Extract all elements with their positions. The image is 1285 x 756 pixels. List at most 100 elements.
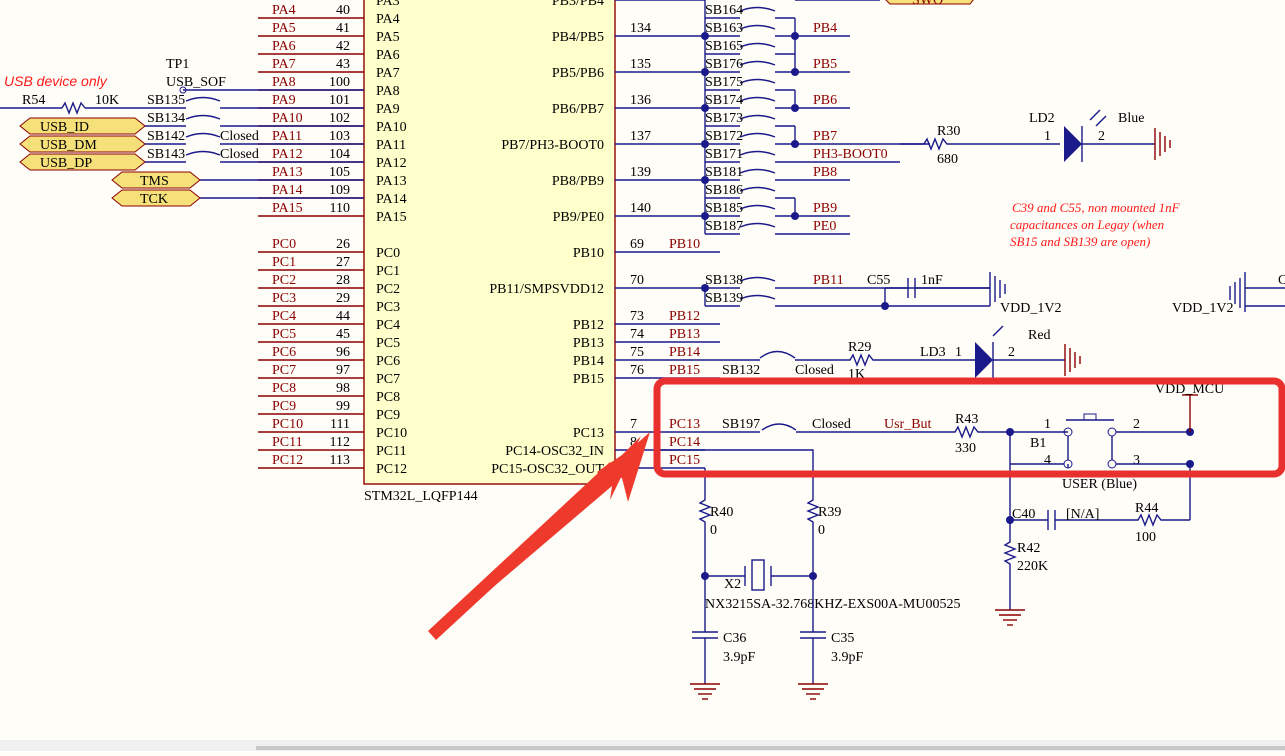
left-pin-net: PC6 [272, 345, 296, 360]
left-pin-number: 110 [330, 201, 350, 216]
right-pin-label: PB11/SMPSVDD12 [489, 282, 604, 297]
left-pin-number: 103 [329, 129, 350, 144]
left-pin-label: PC5 [376, 336, 400, 351]
left-pin-net: PC1 [272, 255, 296, 270]
sb132-closed: Closed [795, 363, 834, 378]
right-pin-number: 135 [630, 57, 651, 72]
schematic-svg: STM32L_LQFP144 PA3 PA4 40PA4PA5 41PA5PA6 42… [0, 0, 1285, 700]
left-pin-number: 40 [336, 3, 350, 18]
c35-label: C35 [831, 631, 854, 646]
sb142-closed: Closed [220, 129, 259, 144]
sb134-label: SB134 [147, 111, 185, 126]
net-pe0: PE0 [813, 219, 836, 234]
left-pin-label: PC11 [376, 444, 407, 459]
left-pin-number: 27 [336, 255, 350, 270]
left-pin-net: PA15 [272, 201, 303, 216]
right-pin-label: PB5/PB6 [552, 66, 604, 81]
left-pin-net: PC3 [272, 291, 296, 306]
right-pin-label: PC15-OSC32_OUT [491, 462, 604, 477]
left-pin-net: PC2 [272, 273, 296, 288]
c36-value: 3.9pF [723, 650, 756, 665]
sb197-label: SB197 [722, 417, 760, 432]
pb-bridge-group: SB164 SB163 SB165 SB176 SB175 SB174 SB17… [615, 0, 974, 235]
left-pin-label: PC0 [376, 246, 400, 261]
left-pin-number: 43 [336, 57, 350, 72]
left-pin-label: PA13 [376, 174, 407, 189]
right-pin-number: 137 [630, 129, 651, 144]
sb174-label: SB174 [705, 93, 743, 108]
left-pin-number: 109 [329, 183, 350, 198]
port-usb-id: USB_ID [19, 117, 146, 135]
r43-value: 330 [955, 441, 976, 456]
vdd-1v2-label: VDD_1V2 [1000, 301, 1061, 316]
tp1-label: TP1 [166, 57, 189, 72]
left-pin-net: PA6 [272, 39, 296, 54]
vdd-1v2-label-2: VDD_1V2 [1172, 301, 1233, 316]
c35-value: 3.9pF [831, 650, 864, 665]
sb176-label: SB176 [705, 57, 743, 72]
left-pin-label: PC1 [376, 264, 400, 279]
left-pin-net: PC0 [272, 237, 296, 252]
ld3-color: Red [1028, 328, 1051, 343]
left-pin-label: PA8 [376, 84, 400, 99]
left-pin-number: 100 [329, 75, 350, 90]
left-pin-label: PC3 [376, 300, 400, 315]
ld3-pin2: 2 [1008, 345, 1015, 360]
r42-value: 220K [1017, 559, 1048, 574]
r30-value: 680 [937, 152, 958, 167]
left-pin-number: 42 [336, 39, 350, 54]
b1-pin4: 4 [1044, 453, 1051, 468]
left-pin-net: PC11 [272, 435, 303, 450]
sb185-label: SB185 [705, 201, 743, 216]
r44-label: R44 [1135, 501, 1158, 516]
right-pin-label: PB15 [573, 372, 604, 387]
net-pb12: PB12 [669, 309, 700, 324]
left-pin-label: PC6 [376, 354, 400, 369]
ld2-pin1: 1 [1044, 129, 1051, 144]
r39-value: 0 [818, 523, 825, 538]
right-pin-label: PC14-OSC32_IN [505, 444, 604, 459]
left-pin-net: PC9 [272, 399, 296, 414]
right-pin-label: PB8/PB9 [552, 174, 604, 189]
left-pin-net: PA8 [272, 75, 296, 90]
r39-label: R39 [818, 505, 841, 520]
svg-text:TCK: TCK [140, 192, 168, 207]
r29-label: R29 [848, 340, 871, 355]
b1-pin3: 3 [1133, 453, 1140, 468]
net-pb10: PB10 [669, 237, 700, 252]
ld2-pin2: 2 [1098, 129, 1105, 144]
port-usb-dm: USB_DM [19, 135, 146, 153]
left-pin-net: PA9 [272, 93, 296, 108]
sb164-label: SB164 [705, 3, 743, 18]
left-pin-number: 111 [330, 417, 350, 432]
left-pin-label: PC4 [376, 318, 400, 333]
right-pin-label: PB3/PB4 [552, 0, 604, 9]
sb165-label: SB165 [705, 39, 743, 54]
right-pin-number: 76 [630, 363, 644, 378]
left-pin-label: PA14 [376, 192, 407, 207]
left-pin-number: 41 [336, 21, 350, 36]
left-pin-net: PA11 [272, 129, 302, 144]
right-pin-number: 74 [630, 327, 644, 342]
right-pin-label: PB4/PB5 [552, 30, 604, 45]
left-pin-number: 98 [336, 381, 350, 396]
ld3-diode [975, 342, 993, 378]
net-pb14: PB14 [669, 345, 700, 360]
chip-name: STM32L_LQFP144 [364, 489, 478, 504]
svg-text:USB_ID: USB_ID [40, 120, 89, 135]
scrollbar-thumb[interactable] [256, 746, 1285, 750]
left-pin-number: 99 [336, 399, 350, 414]
cap-note-line1: C39 and C55, non mounted 1nF [1012, 200, 1181, 215]
svg-text:TMS: TMS [140, 174, 169, 189]
net-pb6: PB6 [813, 93, 837, 108]
sb173-label: SB173 [705, 111, 743, 126]
left-pin-label: PC7 [376, 372, 400, 387]
x2-part: NX3215SA-32.768KHZ-EXS00A-MU00525 [705, 597, 961, 612]
net-pb13: PB13 [669, 327, 700, 342]
sb138-label: SB138 [705, 273, 743, 288]
left-pin-number: 44 [336, 309, 350, 324]
sb172-label: SB172 [705, 129, 743, 144]
left-pin-net: PA12 [272, 147, 303, 162]
c40-value: [N/A] [1066, 507, 1099, 522]
cap-note-line2: capacitances on Legay (when [1010, 217, 1164, 232]
